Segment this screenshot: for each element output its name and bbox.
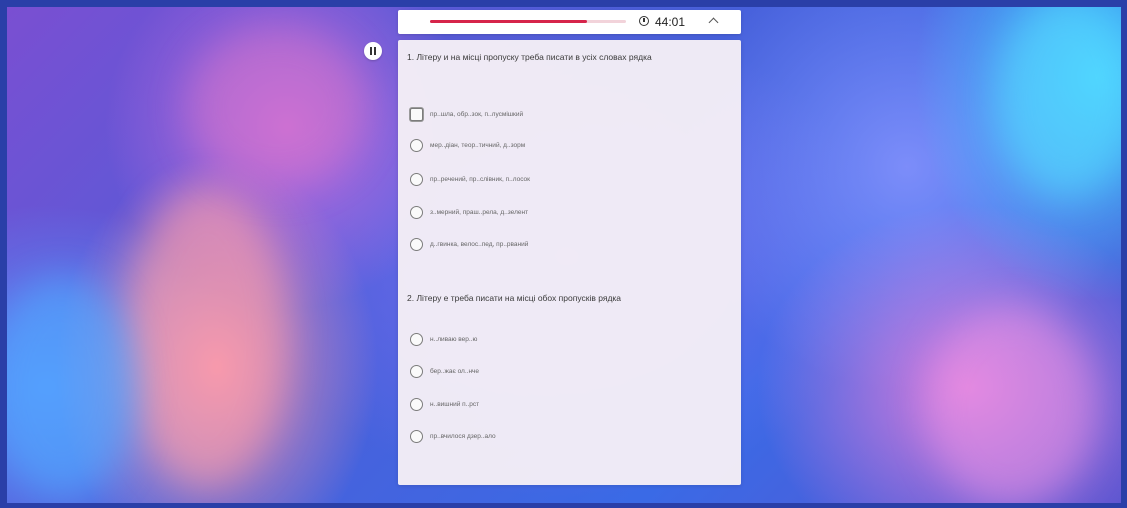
question-2-option-1[interactable]: н..ливаю вер..ю bbox=[410, 333, 710, 347]
radio-button[interactable] bbox=[410, 398, 423, 411]
radio-button[interactable] bbox=[410, 430, 423, 443]
option-label: пр..шла, обр..зок, п..лусмішкий bbox=[430, 111, 524, 118]
option-label: пр..вчилося дзер..ало bbox=[430, 433, 496, 440]
option-label: н..вишний п..рст bbox=[430, 401, 480, 408]
radio-button[interactable] bbox=[410, 333, 423, 346]
radio-button[interactable] bbox=[410, 206, 423, 219]
timer-countdown: 44:01 bbox=[655, 15, 686, 29]
timer-progress-fill bbox=[430, 20, 587, 23]
quiz-panel: 1. Літеру и на місці пропуску треба писа… bbox=[398, 40, 741, 485]
radio-button[interactable] bbox=[410, 139, 423, 152]
question-1-option-3[interactable]: пр..речений, пр..слівник, п..лосок bbox=[410, 173, 710, 187]
chevron-up-icon[interactable] bbox=[708, 17, 719, 28]
pause-button[interactable] bbox=[364, 42, 382, 60]
option-label: пр..речений, пр..слівник, п..лосок bbox=[430, 176, 530, 183]
radio-button[interactable] bbox=[410, 365, 423, 378]
question-2-option-4[interactable]: пр..вчилося дзер..ало bbox=[410, 430, 710, 444]
pause-icon bbox=[374, 47, 376, 55]
clock-icon bbox=[639, 16, 649, 26]
option-label: д..гвинка, велос..пед, пр..рваний bbox=[430, 241, 529, 248]
question-1-option-2[interactable]: мер..діан, теор..тичний, д..зорм bbox=[410, 139, 710, 153]
option-label: мер..діан, теор..тичний, д..зорм bbox=[430, 142, 526, 149]
question-1-option-1[interactable]: пр..шла, обр..зок, п..лусмішкий bbox=[410, 108, 710, 122]
pause-icon bbox=[370, 47, 372, 55]
timer-bar: 44:01 bbox=[398, 10, 741, 34]
question-2-text: 2. Літеру е треба писати на місці обох п… bbox=[407, 293, 622, 303]
question-1-option-5[interactable]: д..гвинка, велос..пед, пр..рваний bbox=[410, 238, 710, 252]
question-1-text: 1. Літеру и на місці пропуску треба писа… bbox=[407, 52, 652, 62]
background-blob bbox=[927, 307, 1097, 503]
timer-progress-bar bbox=[430, 20, 626, 23]
background-blob bbox=[187, 27, 367, 187]
option-label: бер..жає ол..нче bbox=[430, 368, 480, 375]
question-2-option-3[interactable]: н..вишний п..рст bbox=[410, 398, 710, 412]
question-2-option-2[interactable]: бер..жає ол..нче bbox=[410, 365, 710, 379]
radio-button[interactable] bbox=[410, 173, 423, 186]
background-blob bbox=[127, 187, 287, 487]
option-label: н..ливаю вер..ю bbox=[430, 336, 478, 343]
background-blob bbox=[7, 277, 137, 497]
radio-button[interactable] bbox=[410, 108, 423, 121]
question-1-option-4[interactable]: з..мерний, праш..рела, д..зелент bbox=[410, 206, 710, 220]
option-label: з..мерний, праш..рела, д..зелент bbox=[430, 209, 529, 216]
radio-button[interactable] bbox=[410, 238, 423, 251]
background-blob bbox=[997, 7, 1121, 197]
